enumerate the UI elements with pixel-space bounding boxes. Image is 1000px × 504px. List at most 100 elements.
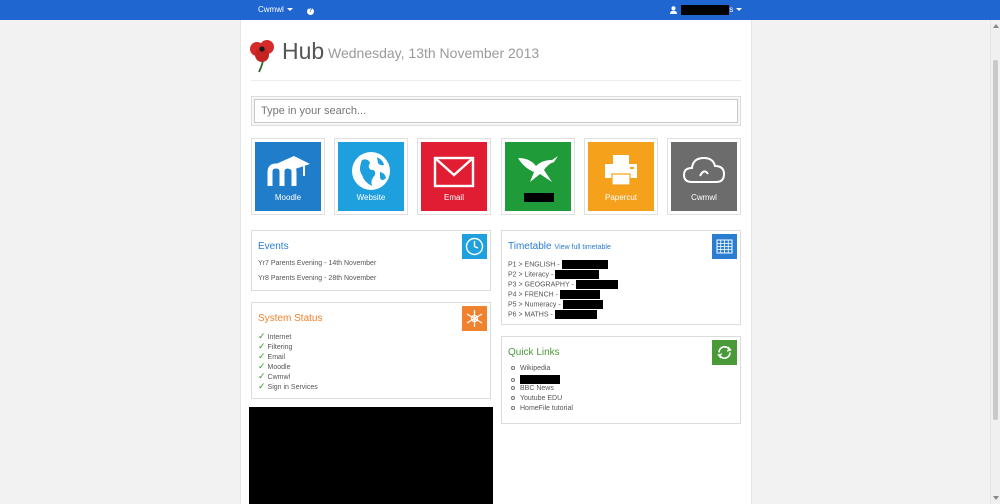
search-box: [251, 96, 741, 126]
status-item: ✓ Sign in Services: [258, 381, 318, 391]
quick-links-panel: Quick Links Wikipedia BBC News Youtube E…: [501, 336, 741, 424]
quick-link-item: BBC News: [511, 385, 554, 392]
quick-link-wikipedia[interactable]: Wikipedia: [520, 365, 550, 372]
chevron-down-icon: [736, 8, 743, 12]
check-icon: ✓: [258, 381, 266, 391]
user-menu[interactable]: s: [670, 0, 743, 20]
check-icon: ✓: [258, 351, 266, 361]
scroll-up-arrow-icon[interactable]: [993, 24, 999, 28]
bullet-icon: [511, 386, 515, 391]
username-suffix: s: [729, 5, 734, 14]
timetable-panel: Timetable View full timetable P1 > ENGLIS…: [501, 230, 741, 325]
bullet-icon: [511, 406, 515, 411]
quick-link-item: Wikipedia: [511, 365, 550, 372]
check-icon: ✓: [258, 341, 266, 351]
bullet-icon: [511, 396, 515, 401]
timetable-title: Timetable: [508, 241, 552, 252]
timetable-period: P1 > ENGLISH -: [508, 261, 560, 269]
timetable-row: P4 > FRENCH -: [508, 290, 600, 299]
timetable-row: P2 > Literacy -: [508, 270, 600, 279]
check-icon: ✓: [258, 331, 266, 341]
tile-papercut[interactable]: Papercut: [584, 138, 658, 215]
redacted-teacher: [555, 270, 600, 279]
tile-email-face: Email: [421, 142, 487, 211]
timetable-row: P6 > MATHS -: [508, 310, 597, 319]
quick-link-bbc-news[interactable]: BBC News: [520, 385, 554, 392]
quick-link-redacted[interactable]: [520, 375, 560, 384]
scroll-down-arrow-icon[interactable]: [993, 496, 999, 500]
redacted-teacher: [559, 290, 600, 299]
page-scrollbar[interactable]: [990, 20, 1000, 504]
view-timetable-link[interactable]: View full timetable: [555, 244, 611, 251]
event-item: Yr8 Parents Evening - 28th November: [258, 275, 377, 282]
chevron-down-icon: [286, 8, 293, 12]
tile-website[interactable]: Website: [334, 138, 408, 215]
tile-eagle[interactable]: [501, 138, 575, 215]
refresh-icon: [712, 340, 737, 365]
tile-eagle-face: [505, 142, 571, 211]
timetable-period: P3 > GEOGRAPHY -: [508, 281, 574, 289]
poppy-logo: [250, 40, 274, 73]
events-panel: Events Yr7 Parents Evening - 14th Novemb…: [251, 230, 491, 291]
events-title: Events: [258, 241, 289, 252]
quick-link-item: Youtube EDU: [511, 395, 562, 402]
tile-label: Cwmwl: [691, 193, 717, 202]
help-icon: ?: [307, 8, 314, 15]
check-icon: ✓: [258, 371, 266, 381]
moodle-icon: [267, 156, 310, 186]
search-input[interactable]: [254, 99, 738, 123]
timetable-period: P2 > Literacy -: [508, 271, 554, 279]
quick-link-item: [511, 375, 560, 384]
bullet-icon: [511, 366, 515, 371]
page-date: Wednesday, 13th November 2013: [328, 45, 540, 61]
tile-label: Papercut: [604, 193, 638, 202]
timetable-period: P6 > MATHS -: [508, 311, 553, 319]
timetable-row: P5 > Numeracy -: [508, 300, 603, 309]
envelope-icon: [433, 156, 475, 188]
printer-icon: [605, 155, 637, 186]
top-navbar: Cwmwl ? s: [0, 0, 1000, 20]
system-status-title: System Status: [258, 313, 323, 324]
timetable-row: P3 > GEOGRAPHY -: [508, 280, 618, 289]
tile-email[interactable]: Email: [417, 138, 491, 215]
network-icon: [462, 306, 487, 331]
quick-links-title: Quick Links: [508, 347, 560, 358]
tile-label: Moodle: [274, 193, 302, 202]
tile-moodle[interactable]: Moodle: [251, 138, 325, 215]
event-item: Yr7 Parents Evening - 14th November: [258, 260, 377, 267]
timetable-period: P5 > Numeracy -: [508, 301, 561, 309]
brand-label: Cwmwl: [258, 5, 284, 14]
tile-website-face: Website: [338, 142, 404, 211]
timetable-period: P4 > FRENCH -: [508, 291, 558, 299]
page-title: Hub: [282, 38, 325, 64]
tile-label-redacted: [524, 193, 554, 202]
check-icon: ✓: [258, 361, 266, 371]
quick-link-youtube-edu[interactable]: Youtube EDU: [520, 395, 562, 402]
scroll-thumb[interactable]: [993, 60, 998, 420]
cloud-icon: [682, 156, 726, 183]
user-icon: [670, 6, 677, 14]
calendar-grid-icon: [712, 234, 737, 259]
help-button[interactable]: ?: [307, 0, 314, 20]
redacted-teacher: [554, 310, 597, 319]
tile-moodle-face: Moodle: [255, 142, 321, 211]
eagle-icon: [518, 156, 558, 182]
redacted-teacher: [561, 260, 608, 269]
tile-label: Email: [443, 193, 464, 202]
brand-dropdown[interactable]: Cwmwl: [258, 0, 293, 20]
tile-cwmwl[interactable]: Cwmwl: [667, 138, 741, 215]
clock-icon: [462, 234, 487, 259]
quick-link-homefile-tutorial[interactable]: HomeFile tutorial: [520, 405, 573, 412]
tile-papercut-face: Papercut: [588, 142, 654, 211]
redacted-teacher: [562, 300, 603, 309]
redacted-teacher: [575, 280, 618, 289]
header-divider: [251, 80, 741, 81]
timetable-row: P1 > ENGLISH -: [508, 260, 608, 269]
quick-link-item: HomeFile tutorial: [511, 405, 573, 412]
redacted-content-block: [249, 407, 493, 504]
timetable-title-row: Timetable View full timetable: [508, 241, 611, 252]
username-redacted: [681, 4, 730, 15]
tile-cwmwl-face: Cwmwl: [671, 142, 737, 211]
tile-label: Website: [356, 193, 386, 202]
system-status-panel: System Status ✓ Internet ✓ Filtering ✓ Emai…: [251, 302, 491, 399]
